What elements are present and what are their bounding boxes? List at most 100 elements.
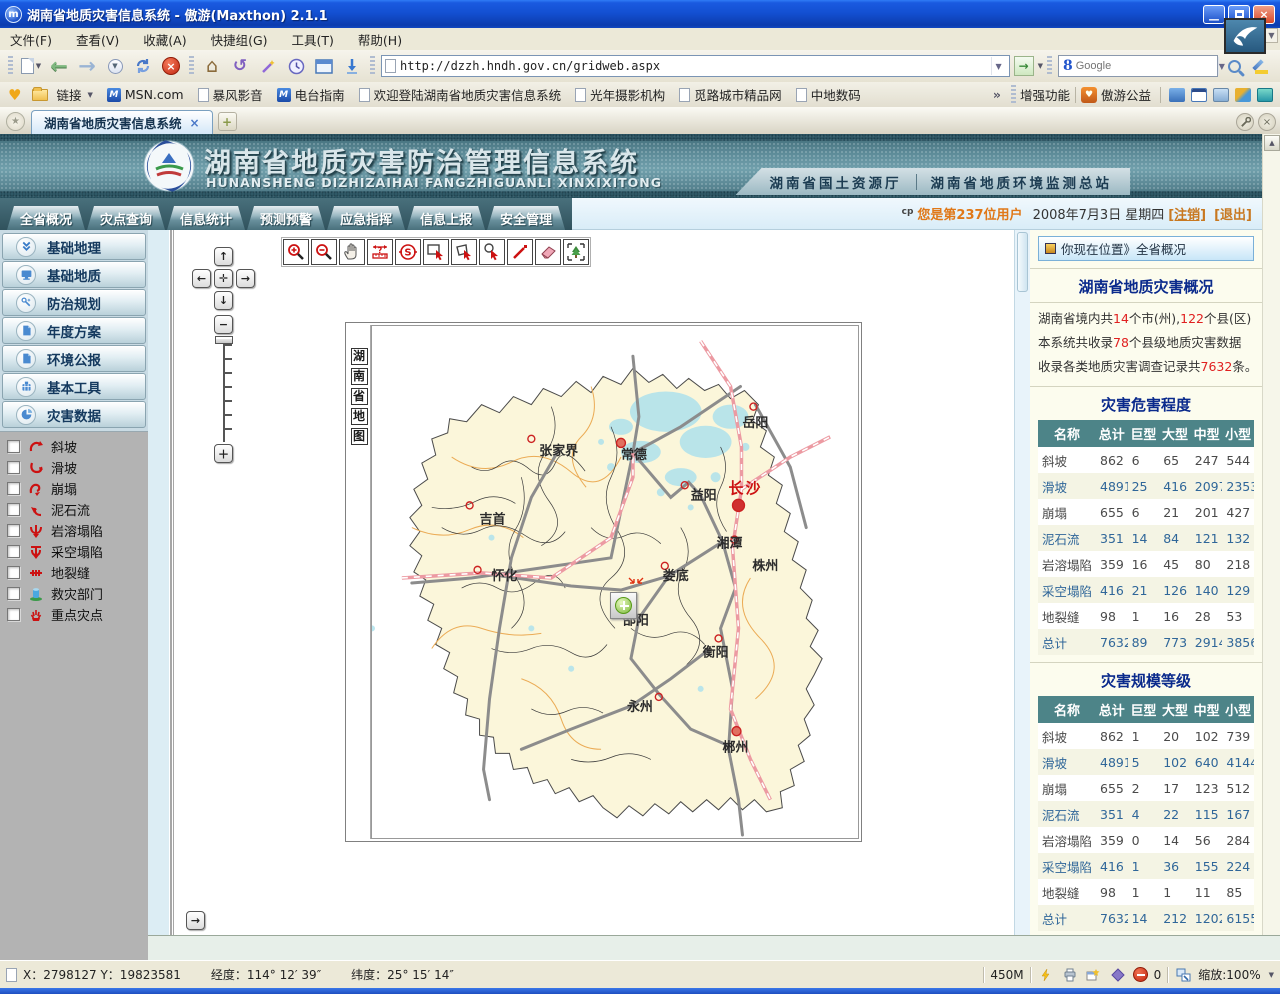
favorites-heart-icon[interactable]: ♥ bbox=[8, 86, 21, 104]
layer-checkbox-slope[interactable] bbox=[7, 440, 20, 453]
enhance-features-link[interactable]: 增强功能 bbox=[1020, 85, 1070, 104]
eraser-tool-button[interactable] bbox=[535, 239, 561, 265]
workspace-scrollbar-thumb[interactable] bbox=[1017, 232, 1028, 292]
proxy-diamond-icon[interactable] bbox=[1109, 967, 1127, 983]
select-polygon-tool-button[interactable] bbox=[451, 239, 477, 265]
boost-lightning-icon[interactable] bbox=[1037, 967, 1055, 983]
minimize-button[interactable]: — bbox=[1203, 5, 1225, 24]
logout-link[interactable]: [注销] bbox=[1168, 204, 1206, 223]
charity-shield-icon[interactable]: ♥ bbox=[1081, 87, 1097, 103]
nav-tab-disaster-query[interactable]: 灾点查询 bbox=[87, 206, 165, 230]
tabbar-tools-button[interactable] bbox=[1236, 113, 1254, 131]
forward-button[interactable]: → bbox=[74, 53, 100, 79]
layer-checkbox-collapse[interactable] bbox=[7, 482, 20, 495]
address-bar[interactable]: ▼ bbox=[381, 55, 1010, 77]
hunan-province-map[interactable]: 张家界常德岳阳益阳长沙吉首湘潭株州怀化娄底邵阳衡阳永州郴州 bbox=[372, 326, 858, 838]
nav-tab-info-report[interactable]: 信息上报 bbox=[407, 206, 485, 230]
history-clock-button[interactable] bbox=[283, 53, 309, 79]
maxthon-charity-link[interactable]: 傲游公益 bbox=[1101, 85, 1151, 104]
new-page-button[interactable]: ▼ bbox=[18, 53, 44, 79]
zoom-slider[interactable] bbox=[218, 338, 230, 442]
link-item-msn[interactable]: MMSN.com bbox=[107, 87, 184, 102]
search-box[interactable]: 8 ▼ bbox=[1058, 55, 1218, 77]
address-input[interactable] bbox=[400, 59, 991, 73]
map-canvas[interactable]: 张家界常德岳阳益阳长沙吉首湘潭株州怀化娄底邵阳衡阳永州郴州 bbox=[371, 325, 859, 839]
sidebar-item-basic-tools[interactable]: 基本工具 bbox=[2, 373, 146, 400]
pan-down-button[interactable]: ↓ bbox=[214, 291, 233, 310]
back-button[interactable]: ← bbox=[46, 53, 72, 79]
layer-checkbox-ground-fissure[interactable] bbox=[7, 566, 20, 579]
sidebar-item-basic-geology[interactable]: 基础地质 bbox=[2, 261, 146, 288]
layer-checkbox-mining-collapse[interactable] bbox=[7, 545, 20, 558]
layer-checkbox-karst-collapse[interactable] bbox=[7, 524, 20, 537]
link-item-radio-guide[interactable]: M电台指南 bbox=[277, 85, 345, 104]
org-link-land-resources[interactable]: 湖南省国土资源厅 bbox=[770, 172, 902, 192]
window-tool-icon[interactable] bbox=[1191, 88, 1207, 102]
zoom-in-slider-button[interactable]: ＋ bbox=[214, 444, 233, 463]
toolbar-grip[interactable] bbox=[1011, 85, 1016, 105]
go-dropdown-icon[interactable]: ▼ bbox=[1038, 62, 1043, 70]
select-rectangle-tool-button[interactable] bbox=[423, 239, 449, 265]
menu-item-file[interactable]: 文件(F) bbox=[10, 30, 52, 49]
workspace-scrollbar[interactable] bbox=[1014, 230, 1030, 935]
sidebar-item-disaster-data[interactable]: 灾害数据 bbox=[2, 401, 146, 428]
search-input[interactable] bbox=[1076, 60, 1218, 72]
nav-tab-forecast-warning[interactable]: 预测预警 bbox=[247, 206, 325, 230]
sidebar-item-basic-geography[interactable]: 基础地理 bbox=[2, 233, 146, 260]
zoom-in-tool-button[interactable] bbox=[283, 239, 309, 265]
link-item-guangnian-photo[interactable]: 光年摄影机构 bbox=[575, 85, 665, 104]
scroll-up-button[interactable]: ▲ bbox=[1264, 135, 1280, 151]
nav-tab-emergency-command[interactable]: 应急指挥 bbox=[327, 206, 405, 230]
menu-item-help[interactable]: 帮助(H) bbox=[358, 30, 402, 49]
page-zoom-icon[interactable] bbox=[1174, 967, 1192, 983]
home-button[interactable]: ⌂ bbox=[199, 53, 225, 79]
links-overflow-chevron[interactable]: » bbox=[993, 87, 1001, 102]
link-item-hunan-geohazard-site[interactable]: 欢迎登陆湖南省地质灾害信息系统 bbox=[359, 85, 562, 104]
sidebar-item-prevention-plan[interactable]: 防治规划 bbox=[2, 289, 146, 316]
plugin-tool-icon[interactable] bbox=[1257, 88, 1273, 102]
address-dropdown-icon[interactable]: ▼ bbox=[991, 57, 1006, 75]
go-button[interactable]: → bbox=[1014, 56, 1034, 76]
pan-right-button[interactable]: → bbox=[236, 269, 255, 288]
zoom-dropdown-icon[interactable]: ▼ bbox=[1269, 971, 1274, 979]
search-engine-icon[interactable]: 8 bbox=[1063, 58, 1073, 74]
zoom-slider-handle[interactable] bbox=[215, 336, 233, 344]
org-link-geo-station[interactable]: 湖南省地质环境监测总站 bbox=[931, 172, 1113, 192]
highlight-button[interactable] bbox=[1249, 53, 1275, 79]
links-folder[interactable]: 链接 ▼ bbox=[32, 85, 92, 104]
select-circle-tool-button[interactable] bbox=[479, 239, 505, 265]
menu-item-view[interactable]: 查看(V) bbox=[76, 30, 119, 49]
pens-tool-icon[interactable] bbox=[1235, 88, 1251, 102]
nav-tab-info-statistics[interactable]: 信息统计 bbox=[167, 206, 245, 230]
magic-filter-button[interactable] bbox=[255, 53, 281, 79]
pan-up-button[interactable]: ↑ bbox=[214, 247, 233, 266]
link-item-baofeng-video[interactable]: 暴风影音 bbox=[198, 85, 263, 104]
layer-checkbox-key-disaster-point[interactable] bbox=[7, 608, 20, 621]
download-button[interactable] bbox=[339, 53, 365, 79]
layer-checkbox-rescue-department[interactable] bbox=[7, 587, 20, 600]
zoom-out-slider-button[interactable]: − bbox=[214, 315, 233, 334]
stop-button[interactable]: × bbox=[158, 53, 184, 79]
measure-distance-tool-button[interactable]: ? bbox=[367, 239, 393, 265]
undo-button[interactable]: ↺ bbox=[227, 53, 253, 79]
refresh-button[interactable] bbox=[130, 53, 156, 79]
zoom-out-tool-button[interactable] bbox=[311, 239, 337, 265]
new-window-icon[interactable] bbox=[1085, 967, 1103, 983]
menu-item-quick-groups[interactable]: 快捷组(G) bbox=[211, 30, 268, 49]
pan-left-button[interactable]: ← bbox=[192, 269, 211, 288]
scale-tool-button[interactable]: S bbox=[395, 239, 421, 265]
toolbar-grip[interactable] bbox=[8, 56, 13, 76]
history-dropdown-button[interactable]: ▼ bbox=[102, 53, 128, 79]
notes-tool-icon[interactable] bbox=[1213, 88, 1229, 102]
menu-item-favorites[interactable]: 收藏(A) bbox=[143, 30, 186, 49]
draw-redline-tool-button[interactable] bbox=[507, 239, 533, 265]
window-list-button[interactable] bbox=[311, 53, 337, 79]
sidebar-item-environment-bulletin[interactable]: 环境公报 bbox=[2, 345, 146, 372]
toolbar-grip[interactable] bbox=[1047, 56, 1052, 76]
search-button[interactable] bbox=[1221, 53, 1247, 79]
sidebar-item-annual-plan[interactable]: 年度方案 bbox=[2, 317, 146, 344]
toolbar-collapse-chevron-icon[interactable]: ▼ bbox=[1265, 28, 1278, 43]
link-item-milu-city-net[interactable]: 觅路城市精品网 bbox=[679, 85, 782, 104]
layer-checkbox-landslide[interactable] bbox=[7, 461, 20, 474]
link-item-zhongdi-digital[interactable]: 中地数码 bbox=[796, 85, 861, 104]
